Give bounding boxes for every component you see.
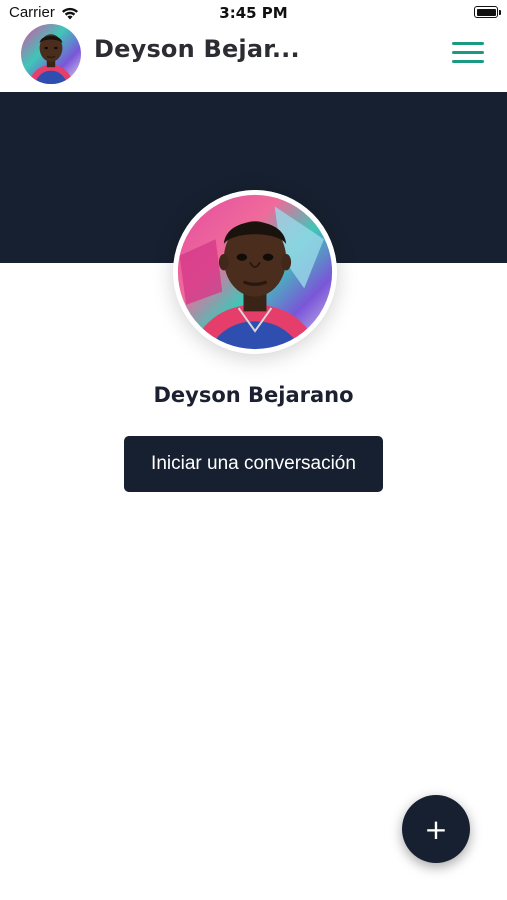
battery-icon xyxy=(474,6,501,18)
menu-line xyxy=(452,51,484,54)
add-button[interactable]: + xyxy=(402,795,470,863)
app-header: Deyson Bejar... xyxy=(0,24,507,92)
start-conversation-button[interactable]: Iniciar una conversación xyxy=(124,436,383,492)
plus-icon: + xyxy=(424,812,448,846)
menu-line xyxy=(452,42,484,45)
profile-avatar xyxy=(173,190,337,354)
status-bar: Carrier 3:45 PM xyxy=(0,0,507,26)
status-time: 3:45 PM xyxy=(219,4,288,22)
menu-line xyxy=(452,60,484,63)
avatar-image xyxy=(21,24,81,84)
header-title: Deyson Bejar... xyxy=(94,35,300,63)
profile-name: Deyson Bejarano xyxy=(153,383,354,407)
header-avatar[interactable] xyxy=(21,24,81,84)
hamburger-menu-icon[interactable] xyxy=(452,42,484,66)
avatar-image xyxy=(173,190,337,354)
